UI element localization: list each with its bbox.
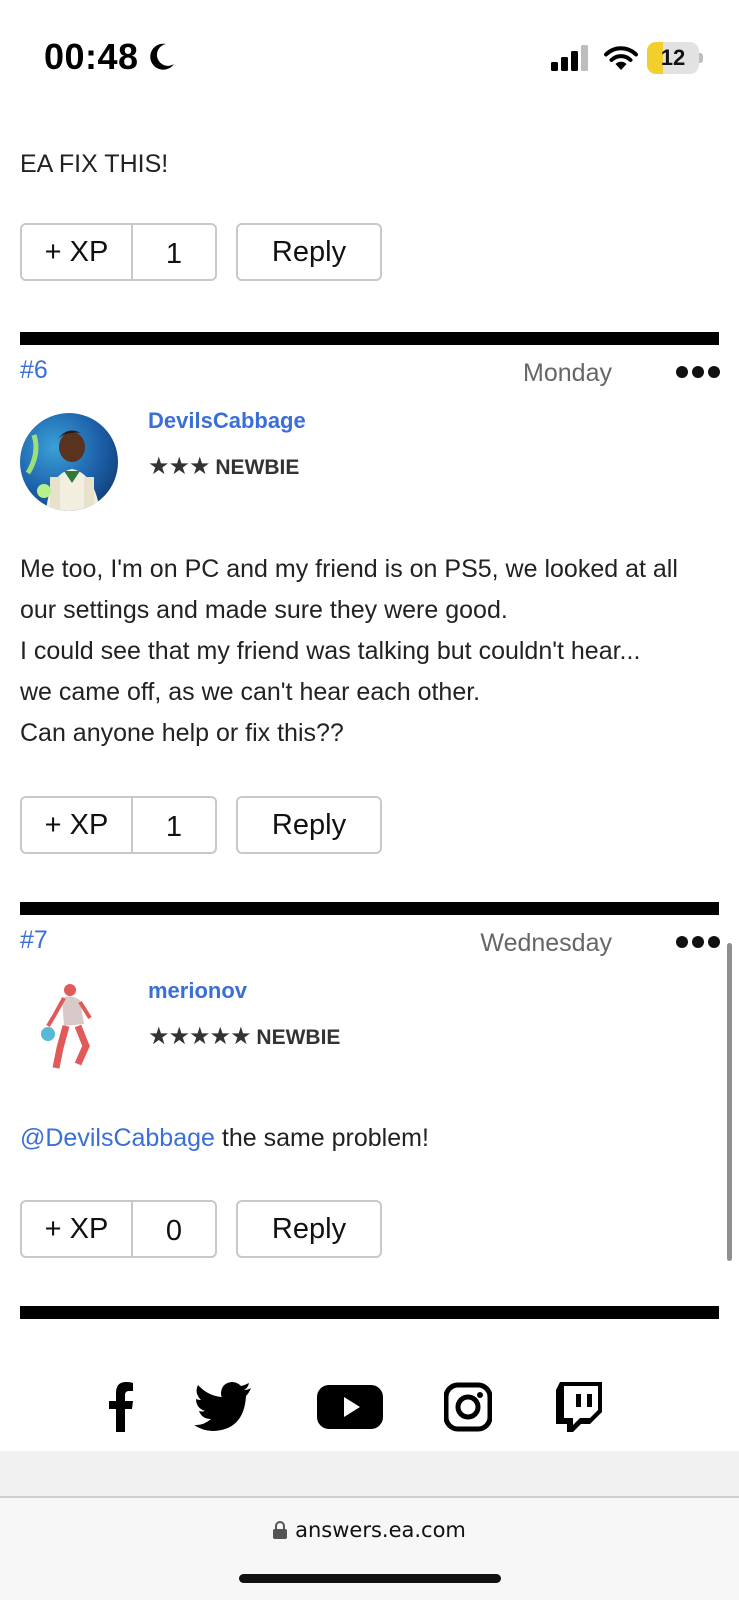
youtube-icon[interactable] xyxy=(317,1382,383,1432)
post-body-line: we came off, as we can't hear each other… xyxy=(20,678,481,706)
browser-address-bar[interactable]: answers.ea.com xyxy=(0,1496,739,1600)
post-body-line: I could see that my friend was talking b… xyxy=(20,637,641,665)
battery-percentage: 12 xyxy=(660,45,686,70)
add-xp-button[interactable]: + XP xyxy=(22,798,133,852)
status-time: 00:48 xyxy=(44,36,139,77)
moon-icon xyxy=(150,43,174,70)
url-text: answers.ea.com xyxy=(295,1518,466,1542)
lock-icon xyxy=(273,1521,288,1539)
battery-indicator: 12 xyxy=(647,42,703,74)
xp-control: + XP 1 xyxy=(20,796,217,854)
post-body-line: our settings and made sure they were goo… xyxy=(20,596,508,624)
twitter-icon[interactable] xyxy=(194,1382,252,1432)
facebook-icon[interactable] xyxy=(108,1382,134,1432)
more-options-icon[interactable] xyxy=(676,366,720,380)
xp-control: + XP 0 xyxy=(20,1200,217,1258)
social-links xyxy=(0,1382,739,1432)
post-body-text: the same problem! xyxy=(214,1124,429,1152)
post-divider xyxy=(20,902,719,915)
post-divider xyxy=(20,1306,719,1319)
wifi-icon xyxy=(604,46,638,70)
twitch-icon[interactable] xyxy=(556,1382,602,1432)
rank-stars-icon: ★★★ xyxy=(148,453,211,480)
add-xp-button[interactable]: + XP xyxy=(22,1202,133,1256)
rank-label: NEWBIE xyxy=(215,456,300,479)
post-date: Wednesday xyxy=(480,929,612,957)
reply-button[interactable]: Reply xyxy=(236,796,382,854)
xp-count: 0 xyxy=(165,1215,183,1247)
post-body-line: Me too, I'm on PC and my friend is on PS… xyxy=(20,555,678,583)
user-mention-link[interactable]: @DevilsCabbage xyxy=(20,1124,215,1152)
reply-button[interactable]: Reply xyxy=(236,1200,382,1258)
avatar[interactable] xyxy=(20,413,118,511)
post-actions: + XP 1 Reply xyxy=(20,796,390,854)
post-body: @DevilsCabbage the same problem! xyxy=(20,1118,720,1159)
username-link[interactable]: DevilsCabbage xyxy=(148,408,306,434)
instagram-icon[interactable] xyxy=(444,1382,492,1432)
url-display[interactable]: answers.ea.com xyxy=(0,1518,739,1542)
avatar[interactable] xyxy=(20,982,118,1080)
add-xp-button[interactable]: + XP xyxy=(22,225,133,279)
cellular-signal-icon xyxy=(551,45,588,71)
reply-button[interactable]: Reply xyxy=(236,223,382,281)
post-actions: + XP 1 Reply xyxy=(20,223,390,281)
home-indicator[interactable] xyxy=(239,1574,501,1583)
post-body-line: Can anyone help or fix this?? xyxy=(20,719,344,747)
post-body: Me too, I'm on PC and my friend is on PS… xyxy=(20,549,720,754)
username-link[interactable]: merionov xyxy=(148,978,247,1004)
rank-label: NEWBIE xyxy=(256,1026,341,1049)
post-number[interactable]: #7 xyxy=(20,926,48,955)
scrollbar[interactable] xyxy=(727,943,732,1261)
more-options-icon[interactable] xyxy=(676,936,720,950)
post-body: EA FIX THIS! xyxy=(20,150,169,178)
rank-stars-icon: ★★★★★ xyxy=(148,1023,252,1050)
status-bar: 00:48 12 xyxy=(0,0,739,110)
xp-count: 1 xyxy=(165,811,183,843)
post-number[interactable]: #6 xyxy=(20,356,48,385)
xp-count: 1 xyxy=(165,238,183,270)
footer-band xyxy=(0,1451,739,1496)
post-divider xyxy=(20,332,719,345)
user-rank: ★★★★★ NEWBIE xyxy=(148,1022,340,1051)
post-date: Monday xyxy=(523,359,612,387)
post-actions: + XP 0 Reply xyxy=(20,1200,390,1258)
xp-control: + XP 1 xyxy=(20,223,217,281)
user-rank: ★★★ NEWBIE xyxy=(148,452,299,481)
